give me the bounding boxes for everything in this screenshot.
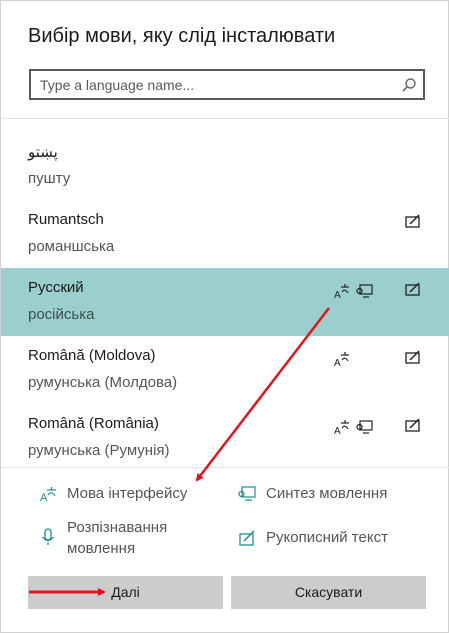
language-local-name: пушту: [28, 170, 71, 187]
dialog-title: Вибір мови, яку слід інсталювати: [28, 25, 336, 47]
language-native-name: Română (România): [28, 415, 159, 432]
svg-text:A: A: [334, 426, 341, 435]
language-native-name: پښتو: [28, 144, 58, 161]
language-local-name: романшська: [28, 238, 115, 255]
list-top-divider: [1, 118, 449, 119]
language-native-name: Română (Moldova): [28, 347, 156, 364]
microphone-icon: [42, 528, 54, 545]
language-native-name: Rumantsch: [28, 211, 104, 228]
speech-synthesis-icon: [356, 420, 373, 434]
display-language-icon: A: [334, 284, 349, 299]
language-picker-dialog: Вибір мови, яку слід інсталювати پښتو пу…: [0, 0, 449, 633]
svg-text:A: A: [334, 290, 341, 299]
handwriting-icon: [405, 214, 420, 228]
language-native-name: Русский: [28, 279, 84, 296]
display-language-icon: A: [334, 420, 349, 435]
display-language-icon: A: [334, 352, 349, 367]
legend-label: Синтез мовлення: [266, 485, 388, 502]
language-item-russian[interactable]: Русский російська A: [1, 268, 449, 336]
language-list[interactable]: پښتو пушту Rumantsch романшська Русский …: [1, 132, 449, 467]
svg-text:A: A: [40, 492, 48, 503]
display-language-icon: A: [40, 487, 56, 503]
speech-synthesis-icon: [356, 284, 373, 298]
handwriting-icon: [405, 350, 420, 364]
language-local-name: російська: [28, 306, 95, 323]
feature-legend: A Мова інтерфейсу Синтез мовлення Розпіз…: [1, 467, 449, 567]
legend-label-line1: Розпізнавання: [67, 519, 168, 536]
language-search-box[interactable]: [29, 69, 425, 100]
language-item-pashto[interactable]: پښتو пушту: [1, 132, 449, 200]
cancel-button[interactable]: Скасувати: [231, 576, 426, 609]
language-item-rumantsch[interactable]: Rumantsch романшська: [1, 200, 449, 268]
handwriting-icon: [405, 282, 420, 296]
language-item-romanian-moldova[interactable]: Română (Moldova) румунська (Молдова) A: [1, 336, 449, 404]
search-input[interactable]: [31, 71, 391, 98]
language-item-romanian-romania[interactable]: Română (România) румунська (Румунія) A: [1, 404, 449, 467]
handwriting-icon: [405, 418, 420, 432]
svg-text:A: A: [334, 358, 341, 367]
handwriting-icon: [239, 530, 255, 546]
speech-synthesis-icon: [238, 486, 256, 501]
search-icon[interactable]: [401, 77, 417, 93]
next-button[interactable]: Далі: [28, 576, 223, 609]
language-local-name: румунська (Румунія): [28, 442, 170, 459]
legend-label: Мова інтерфейсу: [67, 485, 188, 502]
language-local-name: румунська (Молдова): [28, 374, 178, 391]
legend-label: Рукописний текст: [266, 529, 388, 546]
legend-label-line2: мовлення: [67, 540, 136, 557]
